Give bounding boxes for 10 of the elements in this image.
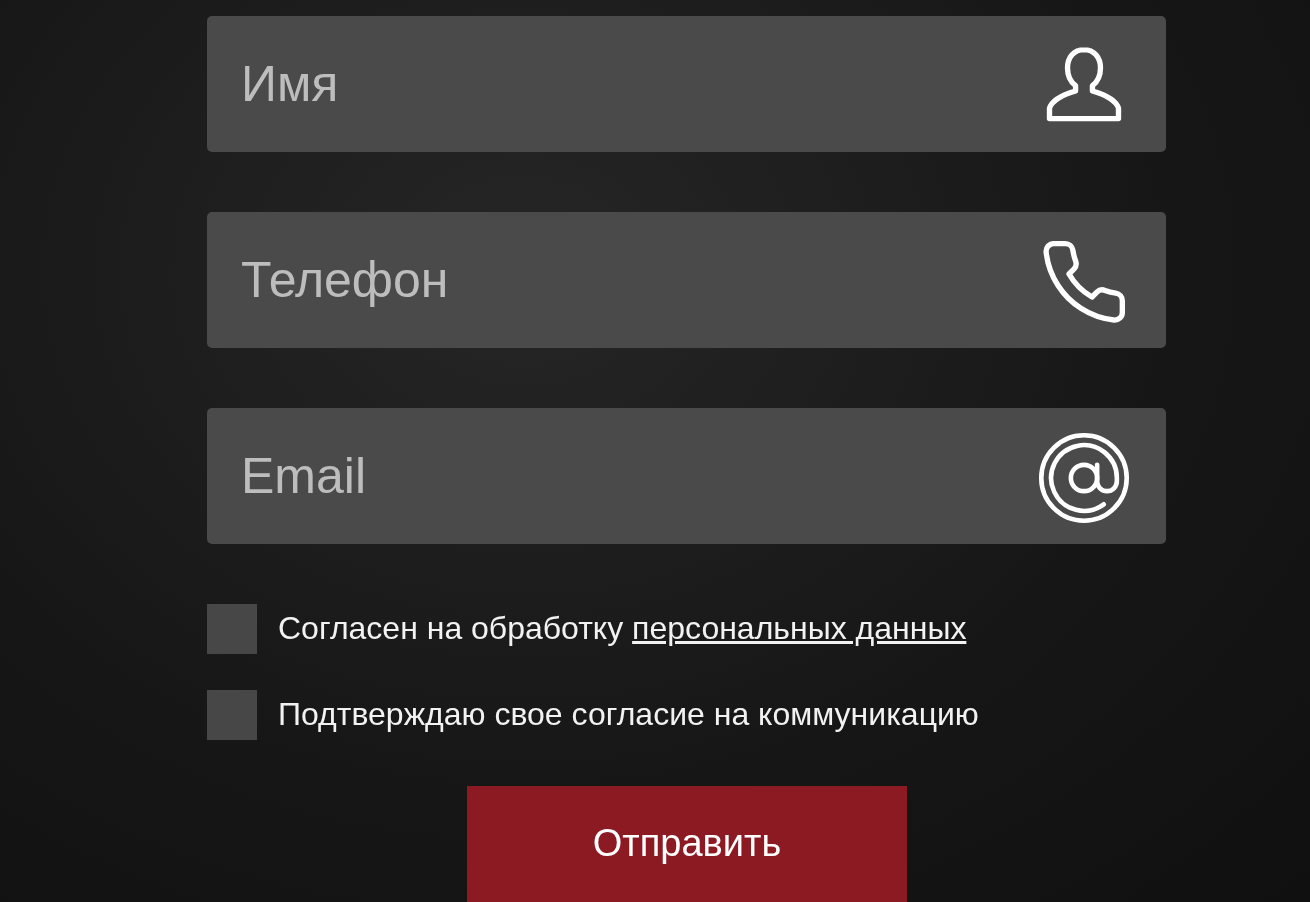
checkbox[interactable] bbox=[207, 603, 257, 654]
checkbox[interactable] bbox=[207, 689, 257, 740]
input-field[interactable]: Имя bbox=[207, 16, 1166, 152]
input-field[interactable]: Телефон bbox=[207, 211, 1166, 348]
input-field[interactable]: Email bbox=[207, 407, 1166, 544]
consent-text: Согласен на обработку персональных данных bbox=[278, 610, 967, 648]
at-sign-icon bbox=[1038, 431, 1130, 524]
submit-button[interactable]: Отправить bbox=[467, 785, 907, 902]
link[interactable]: персональных данных bbox=[632, 610, 967, 647]
consent-text: Подтверждаю свое согласие на коммуникацию bbox=[278, 696, 979, 734]
